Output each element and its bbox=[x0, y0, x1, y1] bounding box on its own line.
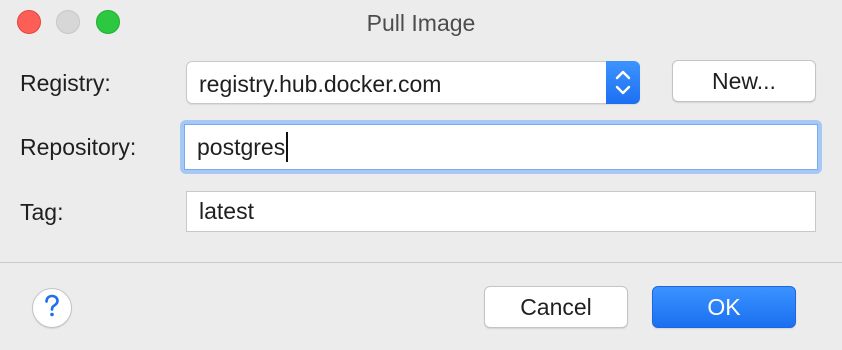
cancel-button[interactable]: Cancel bbox=[484, 286, 628, 328]
question-mark-icon bbox=[43, 294, 61, 323]
repository-label: Repository: bbox=[20, 134, 137, 160]
window-title: Pull Image bbox=[366, 10, 476, 36]
pull-image-dialog: Pull Image Registry: registry.hub.docker… bbox=[0, 0, 842, 350]
registry-label: Registry: bbox=[20, 70, 111, 96]
footer-divider bbox=[0, 262, 842, 263]
up-down-chevron-icon[interactable] bbox=[606, 61, 640, 104]
repository-input[interactable]: postgres bbox=[184, 124, 818, 170]
registry-select-value: registry.hub.docker.com bbox=[199, 71, 442, 97]
help-button[interactable] bbox=[32, 288, 72, 328]
text-caret bbox=[286, 132, 289, 162]
ok-button[interactable]: OK bbox=[652, 286, 796, 328]
tag-input-value: latest bbox=[199, 198, 254, 224]
new-registry-button[interactable]: New... bbox=[672, 60, 816, 102]
title-bar[interactable]: Pull Image bbox=[0, 0, 842, 44]
repository-input-value: postgres bbox=[197, 133, 286, 160]
tag-input[interactable]: latest bbox=[186, 191, 816, 232]
registry-select[interactable]: registry.hub.docker.com bbox=[186, 61, 640, 104]
tag-label: Tag: bbox=[20, 199, 64, 225]
